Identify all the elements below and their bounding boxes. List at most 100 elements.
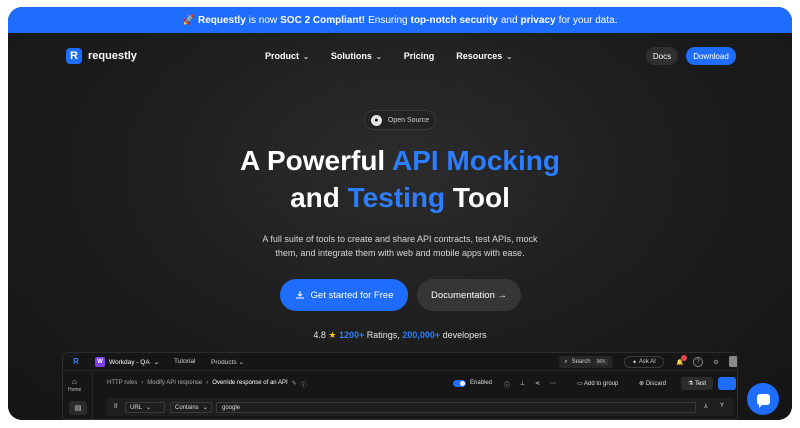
operator-select[interactable]: Contains ⌄ — [170, 402, 212, 413]
banner-text: for your data. — [558, 14, 618, 26]
hero-title-line-1: A Powerful API Mocking — [8, 145, 792, 177]
banner-text: and — [500, 14, 518, 26]
url-value-input[interactable]: google — [216, 402, 696, 413]
enabled-label: Enabled — [470, 380, 493, 386]
developer-label: developers — [442, 330, 487, 340]
app-preview: R W Workday - QA ⌄ Tutorial Products ⌄ ⌕… — [62, 352, 738, 420]
close-icon: ⊗ — [639, 381, 645, 387]
chat-widget-button[interactable] — [747, 383, 779, 415]
main-menu: Product ⌄ Solutions ⌄ Pricing Resources ⌄ — [265, 51, 512, 61]
rating-count: 1200+ — [338, 330, 365, 340]
logo[interactable]: R requestly — [66, 48, 137, 64]
hero-title-line-2: and Testing Tool — [8, 182, 792, 214]
banner-security: top-notch security — [410, 14, 498, 26]
test-label: Test — [695, 380, 707, 387]
share-icon[interactable]: ⋖ — [535, 380, 540, 387]
search-icon: ⌕ — [564, 358, 568, 365]
more-icon[interactable]: ⋯ — [550, 380, 556, 387]
field-value: URL — [130, 404, 143, 411]
sparkle-icon: ✦ — [632, 359, 638, 366]
star-icon: ★ — [328, 330, 337, 340]
breadcrumb-current: Override response of an API — [212, 380, 288, 386]
field-select[interactable]: URL ⌄ — [125, 402, 165, 413]
chevron-down-icon: ⌄ — [375, 54, 382, 61]
tutorial-link[interactable]: Tutorial — [174, 358, 195, 365]
products-label: Products — [211, 359, 237, 366]
top-nav: R requestly Product ⌄ Solutions ⌄ Pricing … — [8, 33, 792, 81]
home-icon[interactable]: ⌂ — [72, 377, 77, 386]
documentation-button[interactable]: Documentation → — [417, 279, 521, 311]
download-button[interactable]: Download — [686, 47, 736, 65]
enabled-toggle[interactable] — [453, 380, 466, 387]
subtitle-line: A full suite of tools to create and shar… — [262, 234, 538, 244]
hero-subtitle: A full suite of tools to create and shar… — [8, 232, 792, 260]
regex-icon[interactable]: ⅄ — [704, 403, 708, 410]
folder-icon: ▭ — [577, 381, 583, 387]
flask-icon: ⚗ — [687, 381, 694, 387]
info-icon[interactable]: ⓘ — [504, 380, 510, 389]
get-started-button[interactable]: Get started for Free — [280, 279, 408, 311]
sidebar-item-home[interactable]: Home — [68, 387, 81, 393]
input-value: google — [222, 404, 241, 411]
menu-item-pricing[interactable]: Pricing — [404, 51, 435, 61]
help-icon[interactable]: ? — [693, 357, 703, 367]
app-sidebar: ⌂ Home ▤ — [63, 371, 93, 419]
discard-label: Discard — [645, 381, 667, 387]
save-button[interactable] — [718, 377, 736, 390]
logo-mark-icon: R — [66, 48, 82, 64]
ask-ai-button[interactable]: ✦ Ask AI — [624, 356, 664, 368]
chat-icon — [756, 393, 770, 408]
ask-ai-label: Ask AI — [638, 359, 656, 365]
menu-item-solutions[interactable]: Solutions ⌄ — [331, 51, 382, 61]
banner-privacy: privacy — [520, 14, 556, 26]
breadcrumb-separator: › — [141, 380, 144, 386]
rocket-icon: 🚀 — [182, 14, 195, 26]
rating-label: Ratings, — [366, 330, 400, 340]
avatar[interactable] — [729, 356, 737, 367]
gear-icon[interactable]: ⚙ — [711, 357, 721, 367]
search-button[interactable]: ⌕ Search ⌘K — [559, 356, 613, 368]
shortcut-hint: ⌘K — [594, 359, 608, 365]
docs-button[interactable]: Docs — [646, 47, 678, 65]
breadcrumb-item[interactable]: Modify API response — [147, 380, 202, 389]
products-menu[interactable]: Products ⌄ — [211, 358, 244, 366]
filter-icon[interactable]: Y — [720, 403, 724, 409]
chevron-down-icon: ⌄ — [506, 54, 513, 61]
chevron-down-icon: ⌄ — [202, 405, 208, 411]
open-source-badge[interactable]: ● Open Source — [364, 110, 436, 130]
rating-score: 4.8 — [313, 330, 326, 340]
workspace-selector[interactable]: W Workday - QA ⌄ — [95, 357, 159, 367]
title-accent: Testing — [347, 182, 446, 213]
hero-section: R requestly Product ⌄ Solutions ⌄ Pricing … — [8, 33, 792, 420]
announcement-banner[interactable]: 🚀 Requestly is now SOC 2 Compliant! Ensu… — [8, 7, 792, 33]
app-topbar: R W Workday - QA ⌄ Tutorial Products ⌄ ⌕… — [63, 353, 737, 371]
add-to-group-button[interactable]: ▭ Add to group — [577, 380, 618, 387]
banner-brand: Requestly — [197, 14, 246, 26]
title-text: Tool — [452, 182, 510, 213]
operator-value: Contains — [175, 404, 199, 411]
test-button[interactable]: ⚗ Test — [681, 377, 713, 390]
menu-item-resources[interactable]: Resources ⌄ — [456, 51, 512, 61]
edit-icon[interactable]: ✎ — [292, 380, 297, 389]
chevron-down-icon: ⌄ — [303, 54, 309, 61]
menu-item-product[interactable]: Product ⌄ — [265, 51, 309, 61]
rule-condition-row: If URL ⌄ Contains ⌄ google ⅄ Y — [107, 398, 733, 416]
menu-label: Pricing — [403, 51, 435, 61]
discard-button[interactable]: ⊗ Discard — [639, 380, 666, 387]
title-accent: API Mocking — [391, 145, 560, 176]
rating-line: 4.8 ★ 1200+ Ratings, 200,000+ developers — [8, 330, 792, 341]
rules-icon[interactable]: ▤ — [69, 401, 87, 415]
breadcrumb-separator: › — [206, 380, 209, 386]
developer-count: 200,000+ — [402, 330, 441, 340]
menu-label: Product — [265, 51, 300, 61]
banner-text: Ensuring — [368, 14, 408, 26]
browser-frame: 🚀 Requestly is now SOC 2 Compliant! Ensu… — [8, 7, 792, 420]
breadcrumb-item[interactable]: HTTP rules — [107, 380, 137, 389]
add-to-group-label: Add to group — [584, 381, 619, 387]
chevron-down-icon: ⌄ — [238, 359, 244, 366]
github-icon: ● — [370, 114, 382, 126]
pin-icon[interactable]: ⊥ — [520, 380, 525, 387]
download-icon — [295, 291, 304, 299]
menu-label: Resources — [456, 51, 503, 61]
search-label: Search — [571, 359, 591, 365]
